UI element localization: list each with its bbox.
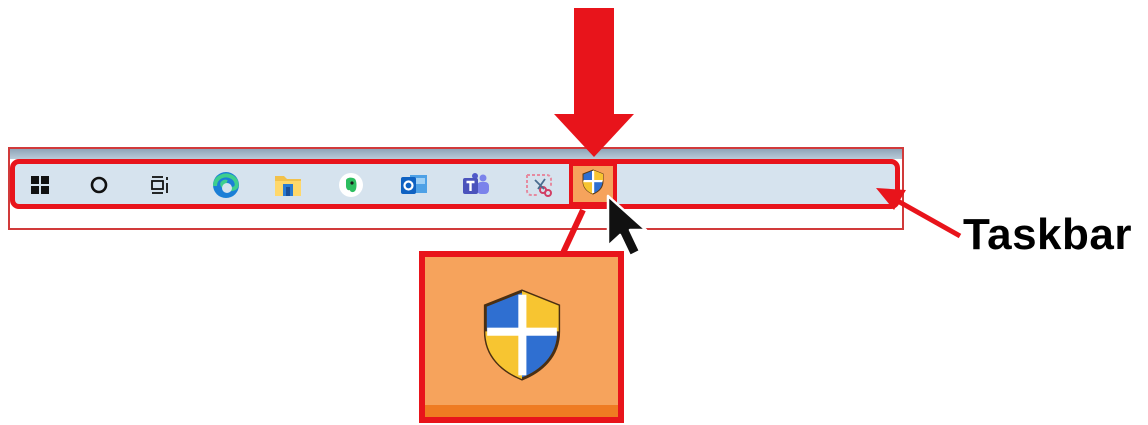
zoomed-security-shield <box>419 251 624 423</box>
security-shield-icon <box>478 287 566 388</box>
security-shield-icon <box>581 168 605 200</box>
cortana-search-icon[interactable] <box>83 167 115 203</box>
snipping-tool-icon[interactable] <box>523 167 555 203</box>
window-top-band <box>8 147 904 159</box>
file-explorer-icon[interactable] <box>272 167 304 203</box>
task-view-icon[interactable] <box>145 167 177 203</box>
taskbar <box>10 159 900 209</box>
taskbar-annotation-label: Taskbar <box>963 210 1132 259</box>
outlook-icon[interactable] <box>398 167 430 203</box>
active-app-indicator <box>425 405 618 417</box>
evernote-icon[interactable] <box>335 167 367 203</box>
security-shield-taskbar-button[interactable] <box>569 162 617 206</box>
edge-browser-icon[interactable] <box>210 167 242 203</box>
down-arrow-annotation <box>554 8 634 157</box>
windows-start-icon[interactable] <box>24 167 56 203</box>
teams-icon[interactable] <box>460 167 492 203</box>
